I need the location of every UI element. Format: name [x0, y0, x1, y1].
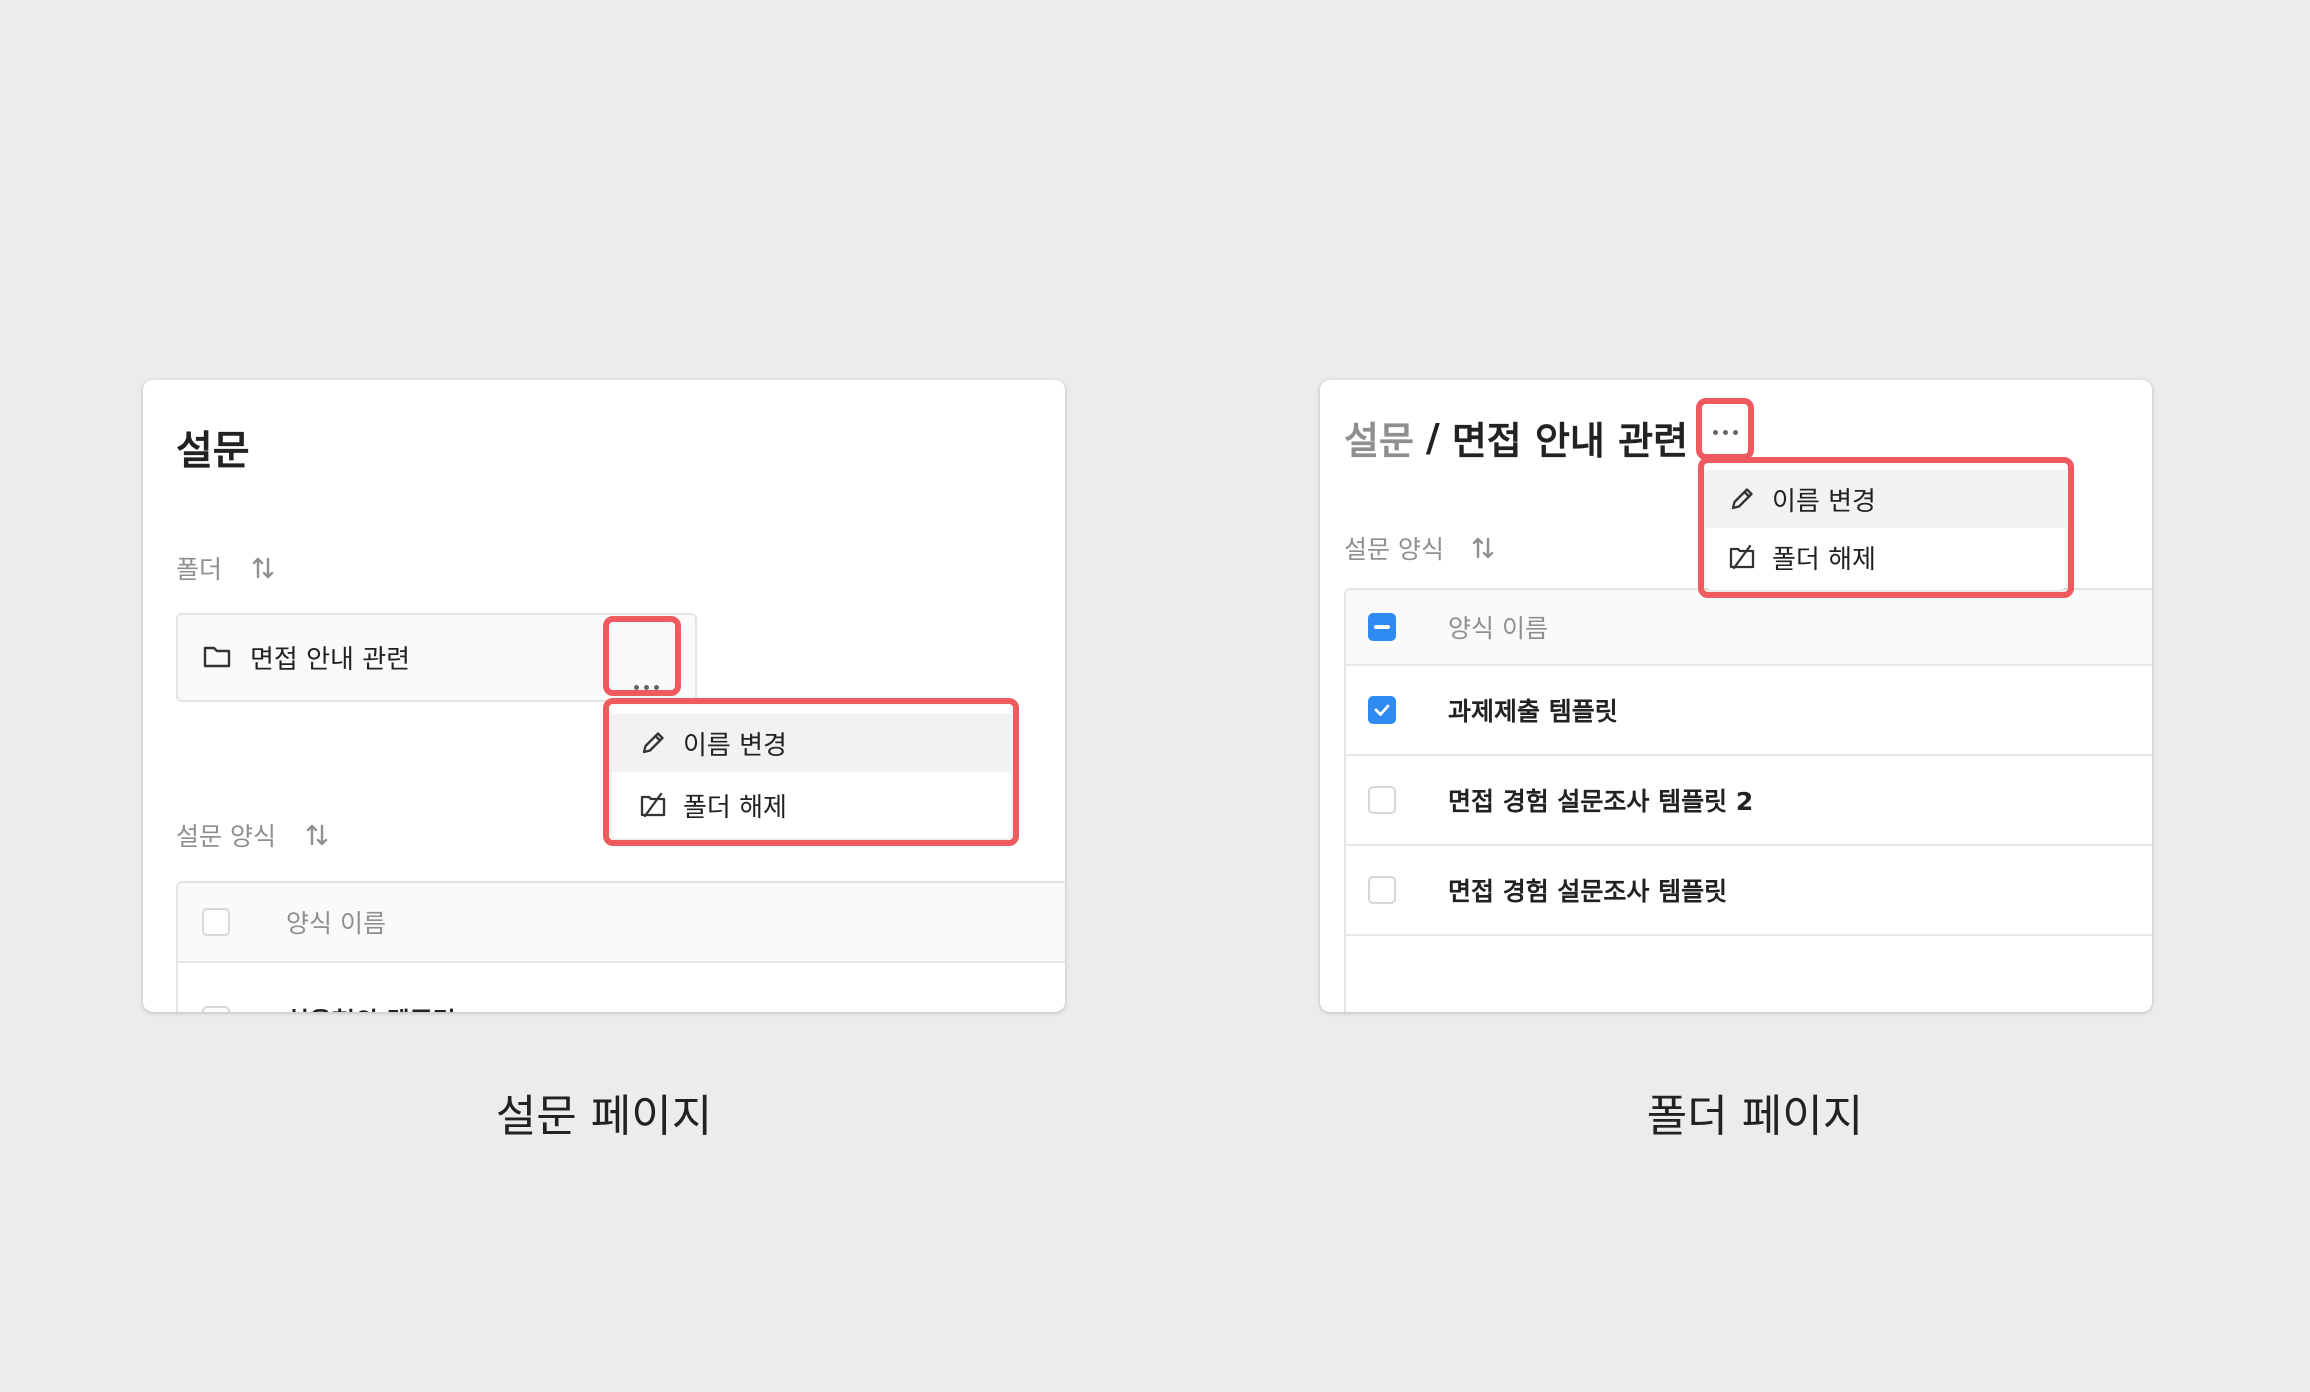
survey-page-card: 설문 폴더 면접 안내 관련 이름 변경 폴더 해제 설문 양식 양식 이름 — [143, 380, 1065, 1012]
menu-item-rename[interactable]: 이름 변경 — [611, 714, 1011, 772]
forms-section-label: 설문 양식 — [176, 822, 276, 851]
menu-item-unfolder[interactable]: 폴더 해제 — [611, 776, 1011, 834]
folder-section-label: 폴더 — [176, 555, 223, 584]
folder-context-menu: 이름 변경 폴더 해제 — [611, 706, 1011, 838]
forms-section-label: 설문 양식 — [1344, 535, 1444, 564]
menu-item-label: 이름 변경 — [683, 730, 787, 761]
table-header-name: 양식 이름 — [1448, 614, 1548, 643]
table-header-row: 양식 이름 — [178, 883, 1065, 963]
folder-context-menu: 이름 변경 폴더 해제 — [1706, 465, 2066, 590]
table-row[interactable]: 처음형의 템플릿 — [178, 963, 1065, 1012]
forms-table: 양식 이름 과제제출 템플릿 면접 경험 설문조사 템플릿 2 면접 경험 설문… — [1344, 588, 2152, 1012]
forms-table: 양식 이름 처음형의 템플릿 — [176, 881, 1065, 1012]
folder-section-header: 폴더 — [176, 550, 276, 586]
row-checkbox[interactable] — [202, 1006, 230, 1012]
pencil-icon — [1731, 488, 1753, 510]
breadcrumb-separator: / — [1425, 415, 1440, 460]
caption-survey-page: 설문 페이지 — [495, 1091, 713, 1142]
table-header-row: 양식 이름 — [1346, 590, 2152, 666]
menu-item-label: 이름 변경 — [1772, 486, 1876, 517]
folder-off-icon — [1729, 544, 1755, 570]
form-name[interactable]: 면접 경험 설문조사 템플릿 — [1448, 872, 1727, 908]
row-checkbox[interactable] — [1368, 876, 1396, 904]
breadcrumb-root[interactable]: 설문 — [1344, 410, 1414, 465]
table-header-name: 양식 이름 — [286, 909, 386, 938]
menu-item-label: 폴더 해제 — [683, 792, 787, 823]
folder-more-button[interactable] — [1702, 406, 1748, 458]
sort-icon[interactable] — [304, 822, 330, 848]
sort-icon[interactable] — [1470, 535, 1496, 561]
form-name[interactable]: 과제제출 템플릿 — [1448, 692, 1618, 728]
sort-icon[interactable] — [250, 555, 276, 581]
breadcrumb: 설문 / 면접 안내 관련 — [1344, 410, 1688, 465]
table-row[interactable]: 과제제출 템플릿 — [1346, 666, 2152, 756]
pencil-icon — [642, 732, 664, 754]
more-horizontal-icon — [631, 684, 661, 690]
select-all-checkbox[interactable] — [1368, 613, 1396, 641]
folder-icon — [203, 646, 231, 668]
select-all-checkbox[interactable] — [202, 908, 230, 936]
breadcrumb-current: 면접 안내 관련 — [1451, 419, 1689, 463]
forms-section-header: 설문 양식 — [176, 817, 330, 853]
menu-item-unfolder[interactable]: 폴더 해제 — [1706, 528, 2066, 586]
folder-page-card: 설문 / 면접 안내 관련 설문 양식 양식 이름 과제제출 템플릿 면접 경험… — [1320, 380, 2152, 1012]
folder-off-icon — [640, 792, 666, 818]
menu-item-rename[interactable]: 이름 변경 — [1706, 470, 2066, 528]
form-name[interactable]: 면접 경험 설문조사 템플릿 2 — [1448, 782, 1753, 818]
folder-item-name: 면접 안내 관련 — [250, 645, 411, 675]
caption-folder-page: 폴더 페이지 — [1646, 1091, 1864, 1142]
form-name[interactable]: 처음형의 템플릿 — [286, 1002, 456, 1012]
row-checkbox-checked[interactable] — [1368, 696, 1396, 724]
more-horizontal-icon — [1710, 429, 1740, 435]
menu-item-label: 폴더 해제 — [1772, 544, 1876, 575]
forms-section-header: 설문 양식 — [1344, 530, 1496, 566]
row-checkbox[interactable] — [1368, 786, 1396, 814]
page-title: 설문 — [176, 428, 250, 474]
table-row[interactable]: 면접 경험 설문조사 템플릿 — [1346, 846, 2152, 936]
table-row[interactable]: 면접 경험 설문조사 템플릿 2 — [1346, 756, 2152, 846]
check-icon — [1374, 704, 1390, 716]
